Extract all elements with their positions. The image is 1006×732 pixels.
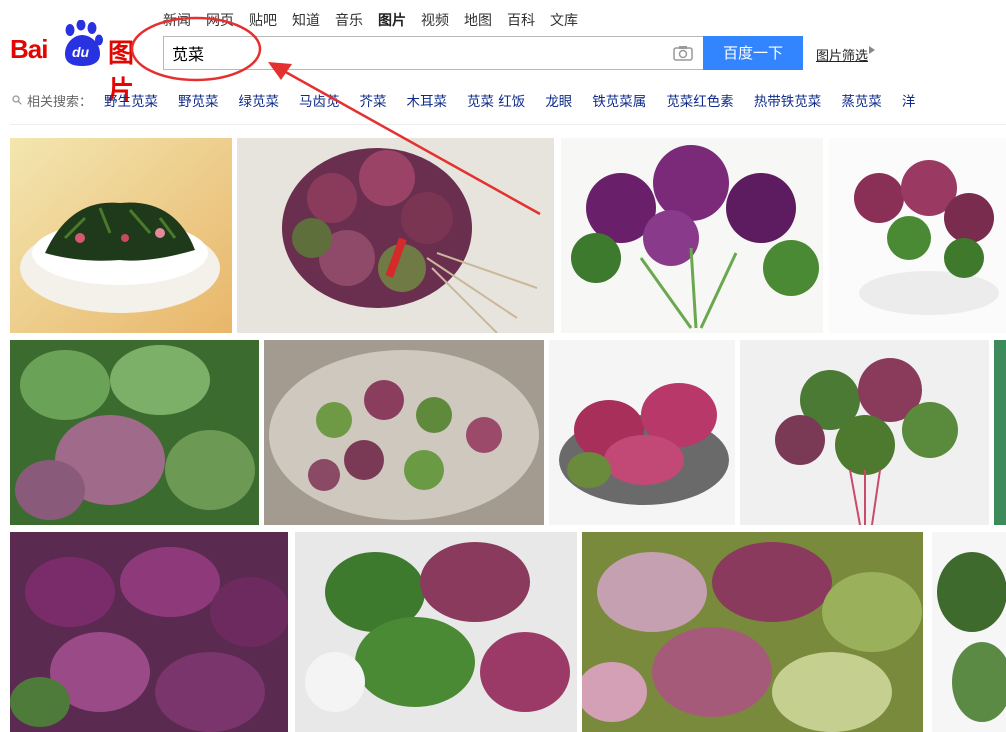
nav-music[interactable]: 音乐 <box>335 10 363 32</box>
related-item[interactable]: 洋 <box>902 90 916 110</box>
related-item[interactable]: 苋菜红色素 <box>666 90 734 110</box>
search-box <box>163 36 703 70</box>
logo-text-du: du <box>72 44 90 60</box>
nav-zhidao[interactable]: 知道 <box>292 10 320 32</box>
image-result[interactable] <box>582 532 923 732</box>
image-result[interactable] <box>264 340 544 525</box>
related-item[interactable]: 马齿苋 <box>299 90 340 110</box>
camera-icon[interactable] <box>673 45 693 61</box>
divider <box>10 124 1006 125</box>
related-item[interactable]: 野苋菜 <box>178 90 219 110</box>
image-result[interactable] <box>561 138 823 333</box>
image-filter-link[interactable]: 图片筛选 <box>816 45 868 64</box>
search-button[interactable]: 百度一下 <box>703 36 803 70</box>
related-item[interactable]: 热带铁苋菜 <box>754 90 822 110</box>
related-item[interactable]: 苋菜 红饭 <box>467 90 525 110</box>
related-item[interactable]: 野生苋菜 <box>104 90 158 110</box>
nav-web[interactable]: 网页 <box>206 10 234 32</box>
related-item[interactable]: 龙眼 <box>545 90 572 110</box>
nav-baike[interactable]: 百科 <box>507 10 535 32</box>
search-input[interactable] <box>172 37 662 69</box>
related-item[interactable]: 铁苋菜属 <box>592 90 646 110</box>
nav-news[interactable]: 新闻 <box>163 10 191 32</box>
nav-video[interactable]: 视频 <box>421 10 449 32</box>
logo-text-bai: Bai <box>10 34 48 64</box>
related-item[interactable]: 蒸苋菜 <box>841 90 882 110</box>
image-result[interactable] <box>829 138 1006 333</box>
image-result[interactable] <box>10 138 232 333</box>
nav-tieba[interactable]: 贴吧 <box>249 10 277 32</box>
image-result[interactable] <box>932 532 1006 732</box>
nav-images[interactable]: 图片 <box>378 10 406 32</box>
image-result[interactable] <box>295 532 577 732</box>
search-icon <box>12 95 22 105</box>
image-result[interactable] <box>549 340 735 525</box>
baidu-logo[interactable]: Bai du 图片 <box>8 18 150 105</box>
triangle-right-icon <box>869 46 875 54</box>
image-result[interactable] <box>10 532 288 732</box>
related-item[interactable]: 木耳菜 <box>407 90 448 110</box>
nav-map[interactable]: 地图 <box>464 10 492 32</box>
related-item[interactable]: 芥菜 <box>360 90 387 110</box>
image-result[interactable] <box>237 138 554 333</box>
image-result[interactable] <box>10 340 259 525</box>
top-nav: 新闻 网页 贴吧 知道 音乐 图片 视频 地图 百科 文库 <box>163 10 593 32</box>
nav-wenku[interactable]: 文库 <box>550 10 578 32</box>
related-searches: 相关搜索： 野生苋菜 野苋菜 绿苋菜 马齿苋 芥菜 木耳菜 苋菜 红饭 龙眼 铁… <box>12 90 935 110</box>
image-result[interactable] <box>740 340 989 525</box>
image-result[interactable] <box>994 340 1006 525</box>
related-item[interactable]: 绿苋菜 <box>239 90 280 110</box>
related-label: 相关搜索： <box>27 94 93 110</box>
